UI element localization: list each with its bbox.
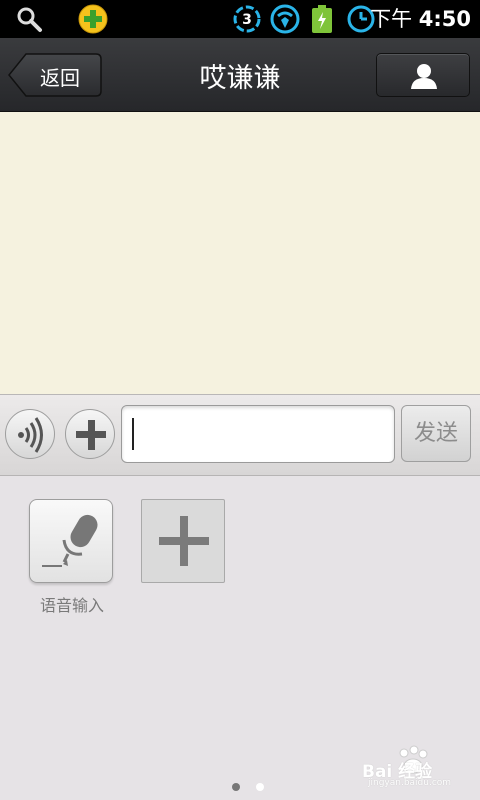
chat-message-area[interactable] xyxy=(0,112,480,394)
add-more-button[interactable] xyxy=(141,499,225,583)
send-button[interactable]: 发送 xyxy=(401,405,471,462)
plus-app-icon xyxy=(78,4,108,34)
back-button[interactable]: 返回 xyxy=(8,53,102,97)
profile-button[interactable] xyxy=(376,53,470,97)
input-bar: 发送 xyxy=(0,394,480,476)
sync-3-icon: 3 xyxy=(232,4,262,34)
plus-icon xyxy=(76,420,106,450)
more-options-button[interactable] xyxy=(65,409,115,459)
search-icon xyxy=(14,4,44,34)
attachment-panel: 语音输入 Bai 经验 jingyan.baidu.com xyxy=(0,477,480,800)
voice-input-label: 语音输入 xyxy=(39,596,104,615)
person-icon xyxy=(411,64,437,89)
status-bar: 3 下午 4:50 xyxy=(0,0,480,38)
message-input[interactable] xyxy=(121,405,395,463)
sound-wave-icon xyxy=(18,417,43,453)
watermark: Bai 经验 jingyan.baidu.com xyxy=(362,745,472,789)
microphone-icon xyxy=(42,514,98,567)
wifi-icon xyxy=(270,4,300,34)
page-indicator-dot-active xyxy=(232,783,240,791)
page-title: 哎谦谦 xyxy=(199,63,281,94)
voice-toggle-button[interactable] xyxy=(5,409,55,459)
page-indicator-dot xyxy=(256,783,264,791)
title-bar: 返回 哎谦谦 xyxy=(0,38,480,112)
back-label: 返回 xyxy=(40,66,80,90)
watermark-sub: jingyan.baidu.com xyxy=(368,778,452,788)
svg-text:3: 3 xyxy=(242,12,252,28)
voice-input-button[interactable] xyxy=(29,499,113,583)
plus-icon xyxy=(159,516,209,566)
text-cursor xyxy=(132,418,134,450)
status-time: 下午 4:50 xyxy=(370,7,471,31)
battery-charging-icon xyxy=(310,4,334,34)
